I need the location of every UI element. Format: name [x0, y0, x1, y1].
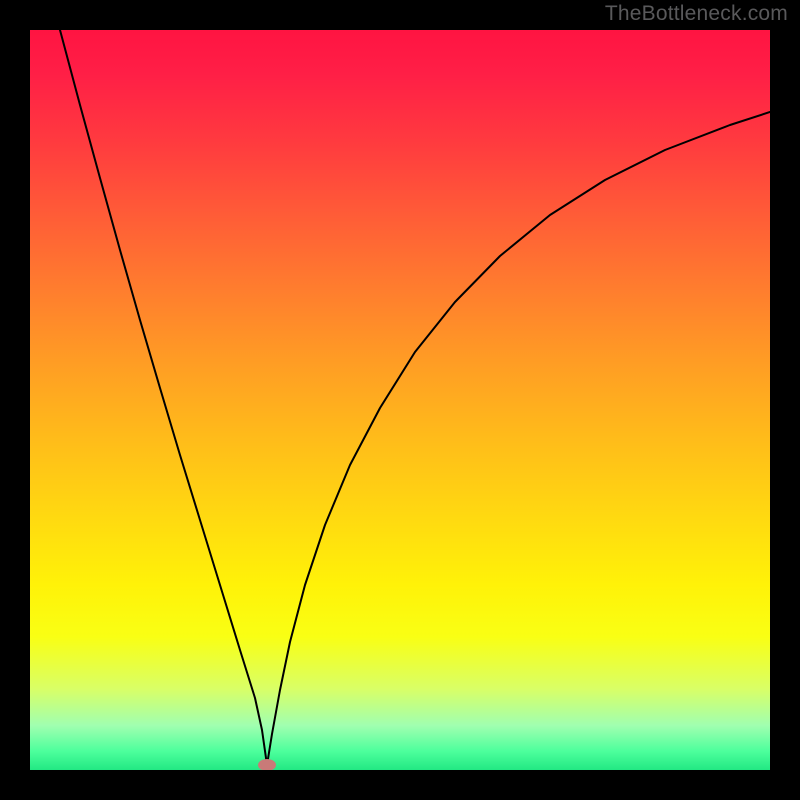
curve-layer: [30, 30, 770, 770]
chart-frame: TheBottleneck.com: [0, 0, 800, 800]
bottleneck-point-marker: [258, 759, 276, 770]
watermark-text: TheBottleneck.com: [605, 2, 788, 26]
bottleneck-curve: [60, 30, 770, 765]
plot-area: [30, 30, 770, 770]
